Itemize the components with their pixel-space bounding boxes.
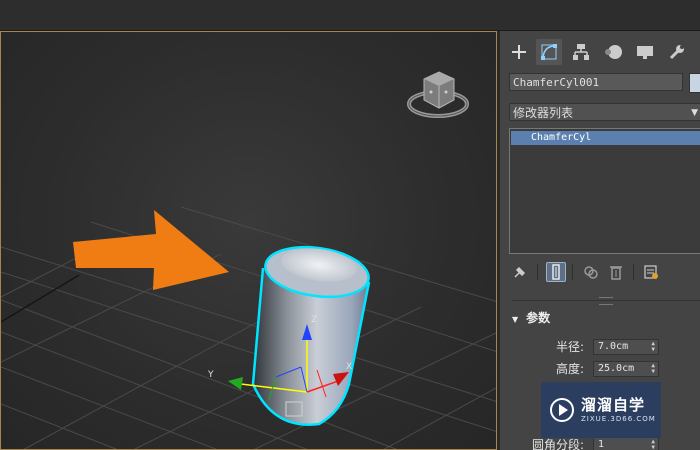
height-value: 25.0cm — [598, 363, 635, 374]
divider-handle[interactable] — [599, 297, 613, 305]
motion-icon — [605, 45, 622, 59]
chamfer-cylinder-object — [251, 245, 371, 426]
configure-modifier-sets-button[interactable] — [641, 262, 661, 282]
height-spinner[interactable]: 25.0cm ▲ ▼ — [593, 361, 659, 377]
make-unique-button[interactable] — [581, 262, 601, 282]
spinner-arrows-icon[interactable]: ▲ ▼ — [651, 363, 655, 375]
top-toolbar — [0, 0, 700, 31]
watermark-logo: 溜溜自学 ZIXUE.3D66.COM — [541, 382, 661, 438]
radius-label: 半径: — [555, 340, 584, 354]
fillet-segs-label: 圆角分段: — [531, 438, 584, 450]
spinner-arrows-icon[interactable]: ▲ ▼ — [651, 341, 655, 353]
perspective-viewport[interactable]: Z Y X — [0, 31, 497, 450]
stack-toolbar — [500, 260, 700, 284]
modify-curve-icon — [541, 44, 557, 60]
viewport-scene: Z Y X — [1, 71, 496, 449]
show-end-result-icon — [552, 264, 560, 280]
create-tab[interactable] — [506, 39, 532, 65]
hierarchy-icon — [573, 44, 589, 60]
toolbar-separator — [537, 264, 538, 280]
radius-row: 半径: 7.0cm ▲ ▼ — [500, 338, 700, 356]
orange-arrow-icon — [73, 210, 229, 290]
modifier-list-label: 修改器列表 — [513, 106, 574, 120]
pin-stack-icon — [514, 266, 526, 278]
pin-stack-button[interactable] — [510, 262, 530, 282]
gizmo-x-label: X — [346, 362, 352, 372]
height-row: 高度: 25.0cm ▲ ▼ — [500, 360, 700, 378]
toolbar-separator — [633, 264, 634, 280]
parameters-rollout-header[interactable]: ▼ 参数 — [512, 309, 700, 327]
remove-modifier-icon — [610, 266, 622, 280]
collapse-triangle-icon: ▼ — [512, 315, 519, 324]
motion-tab[interactable] — [600, 39, 626, 65]
configure-modifier-sets-icon — [644, 265, 658, 279]
fillet-segs-value: 1 — [598, 439, 605, 450]
radius-spinner[interactable]: 7.0cm ▲ ▼ — [593, 339, 659, 355]
wrench-icon — [669, 45, 684, 60]
fillet-segs-spinner[interactable]: 1 ▲ ▼ — [593, 437, 659, 450]
hierarchy-tab[interactable] — [568, 39, 594, 65]
chevron-down-icon: ▼ — [691, 108, 698, 118]
play-logo-icon — [550, 398, 574, 422]
remove-modifier-button[interactable] — [606, 262, 626, 282]
plus-icon — [512, 45, 526, 59]
watermark-subtitle: ZIXUE.3D66.COM — [581, 415, 656, 423]
make-unique-icon — [584, 266, 598, 279]
radius-value: 7.0cm — [598, 341, 629, 352]
display-icon — [637, 46, 653, 59]
rollout-title: 参数 — [526, 311, 551, 325]
watermark-title: 溜溜自学 — [581, 396, 646, 414]
height-label: 高度: — [555, 362, 584, 376]
spinner-arrows-icon[interactable]: ▲ ▼ — [651, 439, 655, 450]
object-name-field[interactable]: ChamferCyl001 — [509, 73, 683, 91]
display-tab[interactable] — [632, 39, 658, 65]
utilities-tab[interactable] — [664, 39, 690, 65]
toolbar-separator — [572, 264, 573, 280]
viewcube-icon — [407, 71, 469, 118]
command-panel-tabs — [500, 35, 700, 69]
modifier-stack[interactable]: ChamferCyl — [509, 128, 700, 254]
modifier-list-dropdown[interactable]: 修改器列表 ▼ — [509, 103, 700, 121]
fillet-segs-row: 圆角分段: 1 ▲ ▼ — [500, 436, 700, 450]
gizmo-z-label: Z — [311, 315, 317, 325]
object-color-swatch[interactable] — [689, 73, 700, 93]
stack-item-chamfercyl[interactable]: ChamferCyl — [511, 131, 700, 145]
show-end-result-button[interactable] — [546, 262, 566, 282]
modify-tab[interactable] — [536, 39, 562, 65]
gizmo-y-label: Y — [207, 370, 214, 380]
